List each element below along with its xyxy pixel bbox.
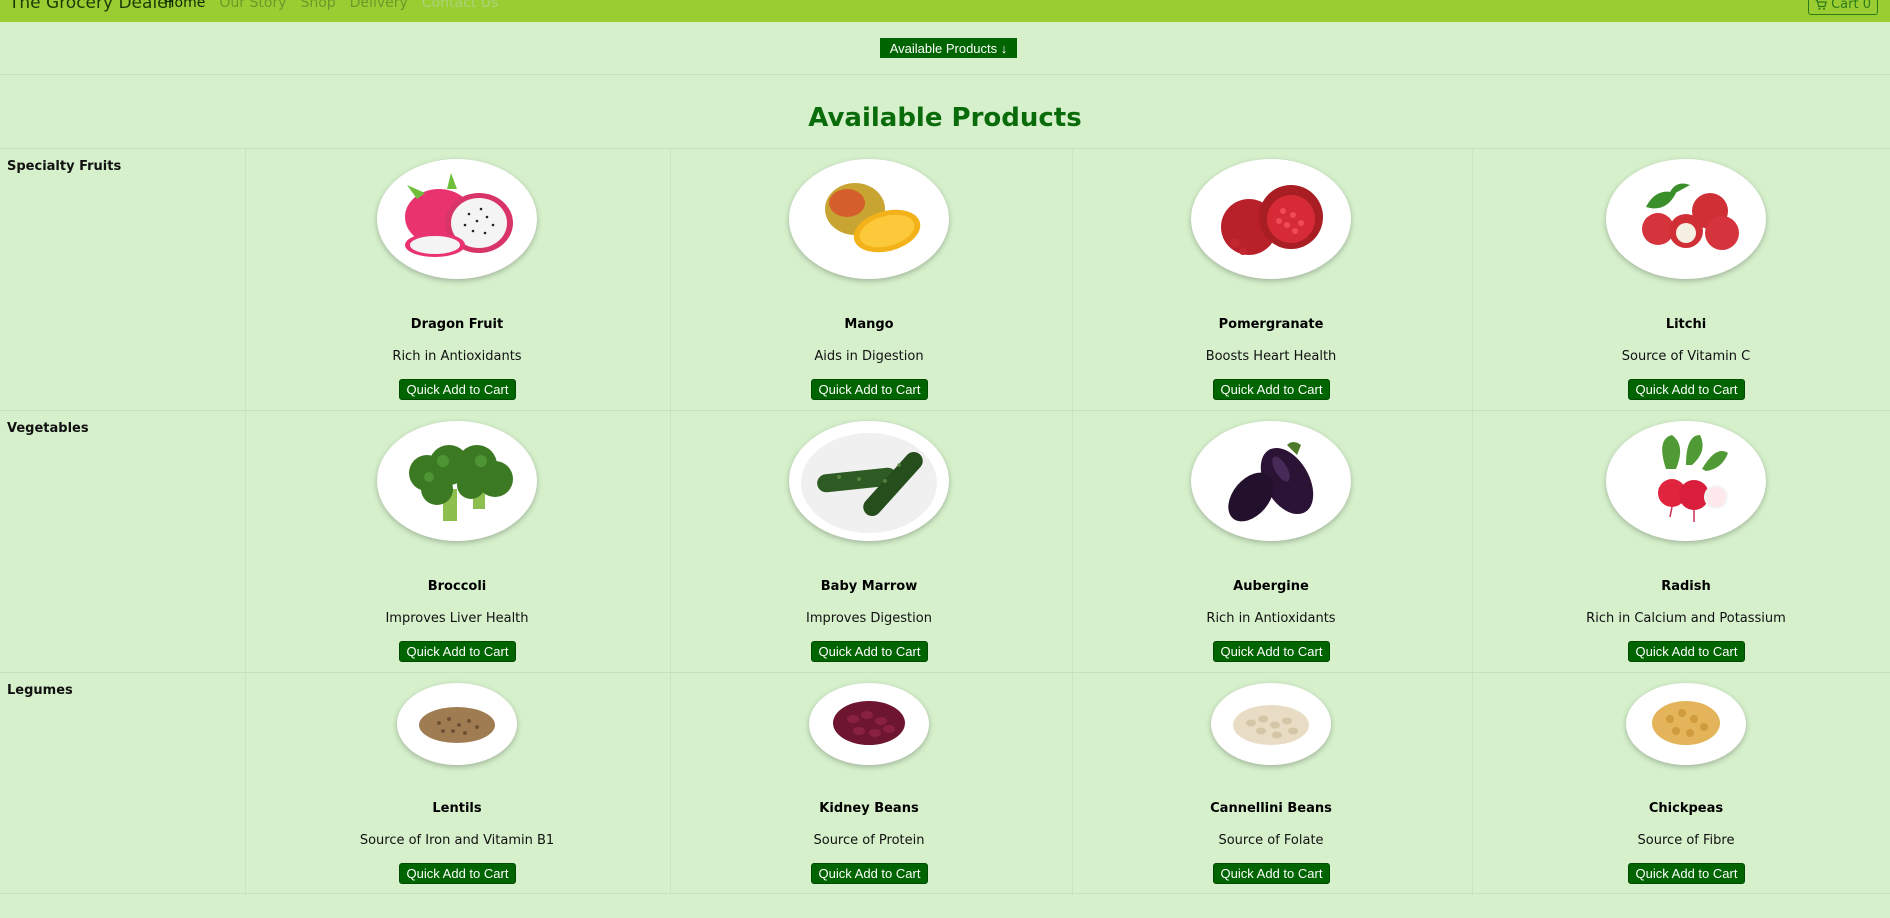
product-benefit: Boosts Heart Health xyxy=(1205,349,1337,364)
product-name: Radish xyxy=(1661,579,1711,594)
product-benefit: Source of Vitamin C xyxy=(1621,349,1751,364)
product-benefit: Aids in Digestion xyxy=(814,349,924,364)
product-card: Baby Marrow Improves Digestion Quick Add t… xyxy=(719,411,1019,672)
divider xyxy=(0,74,1890,75)
aubergine-icon xyxy=(1191,421,1351,541)
available-products-button[interactable]: Available Products ↓ xyxy=(880,38,1017,58)
broccoli-icon xyxy=(377,421,537,541)
lentils-icon xyxy=(397,683,517,765)
column-divider xyxy=(1072,149,1073,411)
top-navbar: The Grocery Dealer Home Our Story Shop D… xyxy=(0,0,1890,22)
product-name: Litchi xyxy=(1665,317,1707,332)
nav-link-home[interactable]: Home xyxy=(164,0,205,11)
baby-marrow-icon xyxy=(789,421,949,541)
cart-label: Cart 0 xyxy=(1831,0,1871,12)
product-name: Dragon Fruit xyxy=(410,317,504,332)
page-title: Available Products xyxy=(808,103,1082,133)
nav-link-our-story[interactable]: Our Story xyxy=(219,0,286,11)
quick-add-to-cart-button[interactable]: Quick Add to Cart xyxy=(1213,641,1330,662)
product-card: Cannellini Beans Source of Folate Quick Ad… xyxy=(1121,673,1421,893)
quick-add-to-cart-button[interactable]: Quick Add to Cart xyxy=(811,379,928,400)
quick-add-to-cart-button[interactable]: Quick Add to Cart xyxy=(1628,863,1745,884)
product-name: Aubergine xyxy=(1233,579,1309,594)
category-label: Specialty Fruits xyxy=(7,159,122,174)
pomegranate-icon xyxy=(1191,159,1351,279)
column-divider xyxy=(245,149,246,411)
column-divider xyxy=(670,411,671,673)
column-divider xyxy=(1472,411,1473,673)
product-name: Broccoli xyxy=(427,579,487,594)
product-card: Mango Aids in Digestion Quick Add to Cart xyxy=(719,149,1019,410)
product-name: Chickpeas xyxy=(1648,801,1724,816)
radish-icon xyxy=(1606,421,1766,541)
category-label: Legumes xyxy=(7,683,73,698)
cannellini-beans-icon xyxy=(1211,683,1331,765)
column-divider xyxy=(1472,673,1473,895)
cart-button[interactable]: Cart 0 xyxy=(1808,0,1878,15)
product-benefit: Rich in Antioxidants xyxy=(1206,611,1336,626)
column-divider xyxy=(1072,673,1073,895)
product-benefit: Source of Fibre xyxy=(1637,833,1735,848)
product-name: Pomergranate xyxy=(1218,317,1324,332)
column-divider xyxy=(245,411,246,673)
nav-link-contact-us[interactable]: Contact Us xyxy=(422,0,498,11)
product-card: Radish Rich in Calcium and Potassium Quick… xyxy=(1536,411,1836,672)
category-label: Vegetables xyxy=(7,421,89,436)
product-name: Cannellini Beans xyxy=(1210,801,1332,816)
quick-add-to-cart-button[interactable]: Quick Add to Cart xyxy=(1213,863,1330,884)
litchi-icon xyxy=(1606,159,1766,279)
product-benefit: Source of Folate xyxy=(1218,833,1324,848)
product-card: Aubergine Rich in Antioxidants Quick Add t… xyxy=(1121,411,1421,672)
quick-add-to-cart-button[interactable]: Quick Add to Cart xyxy=(811,641,928,662)
quick-add-to-cart-button[interactable]: Quick Add to Cart xyxy=(1213,379,1330,400)
product-name: Mango xyxy=(844,317,894,332)
kidney-beans-icon xyxy=(809,683,929,765)
cart-icon xyxy=(1815,0,1828,10)
product-card: Litchi Source of Vitamin C Quick Add to Ca… xyxy=(1536,149,1836,410)
product-benefit: Rich in Antioxidants xyxy=(392,349,522,364)
product-card: Chickpeas Source of Fibre Quick Add to Car… xyxy=(1536,673,1836,893)
quick-add-to-cart-button[interactable]: Quick Add to Cart xyxy=(1628,379,1745,400)
chickpeas-icon xyxy=(1626,683,1746,765)
quick-add-to-cart-button[interactable]: Quick Add to Cart xyxy=(399,641,516,662)
product-card: Dragon Fruit Rich in Antioxidants Quick Ad… xyxy=(307,149,607,410)
dragon-fruit-icon xyxy=(377,159,537,279)
nav-link-shop[interactable]: Shop xyxy=(300,0,335,11)
column-divider xyxy=(1472,149,1473,411)
product-card: Pomergranate Boosts Heart Health Quick Add… xyxy=(1121,149,1421,410)
nav-link-delivery[interactable]: Delivery xyxy=(350,0,408,11)
product-card: Lentils Source of Iron and Vitamin B1 Quic… xyxy=(307,673,607,893)
mango-icon xyxy=(789,159,949,279)
nav-links: Home Our Story Shop Delivery Contact Us xyxy=(164,0,498,11)
product-benefit: Source of Iron and Vitamin B1 xyxy=(359,833,555,848)
product-benefit: Rich in Calcium and Potassium xyxy=(1586,611,1786,626)
quick-add-to-cart-button[interactable]: Quick Add to Cart xyxy=(811,863,928,884)
column-divider xyxy=(670,149,671,411)
column-divider xyxy=(1072,411,1073,673)
category-row: Specialty Fruits Dragon Fruit Rich in Anti… xyxy=(0,148,1890,411)
category-row: Legumes Lentils Source of Iron and Vitamin… xyxy=(0,672,1890,895)
quick-add-to-cart-button[interactable]: Quick Add to Cart xyxy=(399,379,516,400)
product-card: Broccoli Improves Liver Health Quick Add t… xyxy=(307,411,607,672)
quick-add-to-cart-button[interactable]: Quick Add to Cart xyxy=(1628,641,1745,662)
product-benefit: Source of Protein xyxy=(813,833,925,848)
product-card: Kidney Beans Source of Protein Quick Add t… xyxy=(719,673,1019,893)
product-name: Lentils xyxy=(432,801,482,816)
product-benefit: Improves Liver Health xyxy=(385,611,529,626)
product-name: Kidney Beans xyxy=(819,801,919,816)
category-row: Vegetables Broccoli Improves Liver Health Q… xyxy=(0,410,1890,673)
quick-add-to-cart-button[interactable]: Quick Add to Cart xyxy=(399,863,516,884)
product-name: Baby Marrow xyxy=(820,579,918,594)
brand-name[interactable]: The Grocery Dealer xyxy=(9,0,175,13)
column-divider xyxy=(245,673,246,895)
product-benefit: Improves Digestion xyxy=(806,611,932,626)
column-divider xyxy=(670,673,671,895)
